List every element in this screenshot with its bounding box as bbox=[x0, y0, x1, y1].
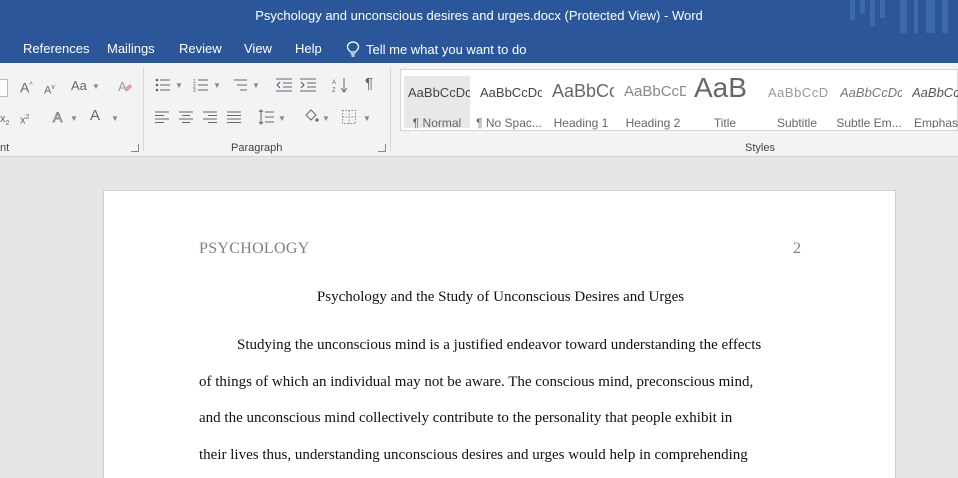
styles-gallery: AaBbCcDc ¶ Normal AaBbCcDc ¶ No Spac... … bbox=[400, 69, 958, 131]
title-bar-decoration bbox=[848, 0, 958, 33]
page-number: 2 bbox=[793, 240, 801, 257]
text-effects-icon[interactable]: A bbox=[51, 109, 67, 125]
svg-text:A: A bbox=[118, 79, 127, 94]
divider bbox=[390, 67, 391, 151]
svg-text:3: 3 bbox=[193, 88, 196, 92]
font-color-button[interactable]: A bbox=[90, 108, 100, 123]
tab-mailings[interactable]: Mailings bbox=[107, 41, 155, 56]
change-case-button[interactable]: Aa bbox=[71, 79, 87, 93]
shrink-font-button[interactable]: Av bbox=[44, 81, 55, 98]
align-center-icon[interactable] bbox=[179, 111, 193, 123]
ribbon-home: A^ Av Aa ▼ A x2 x2 A ▼ A ▼ nt ▼ 123 ▼ ▼ … bbox=[0, 63, 958, 157]
grow-font-button[interactable]: A^ bbox=[20, 79, 33, 95]
style-normal[interactable]: AaBbCcDc ¶ Normal bbox=[404, 76, 470, 130]
style-title[interactable]: AaB Title bbox=[692, 72, 758, 130]
chevron-down-icon[interactable]: ▼ bbox=[92, 82, 100, 91]
tell-me-label: Tell me what you want to do bbox=[366, 41, 527, 57]
style-no-spacing[interactable]: AaBbCcDc ¶ No Spac... bbox=[476, 76, 542, 130]
multilevel-list-icon[interactable] bbox=[232, 78, 248, 92]
body-line: and the unconscious mind collectively co… bbox=[199, 410, 733, 426]
tab-references[interactable]: References bbox=[23, 41, 89, 56]
chevron-down-icon[interactable]: ▼ bbox=[175, 81, 183, 90]
chevron-down-icon[interactable]: ▼ bbox=[363, 114, 371, 123]
svg-text:A: A bbox=[332, 80, 336, 86]
superscript-icon[interactable]: x2 bbox=[20, 111, 29, 128]
paragraph-group-label: Paragraph bbox=[231, 142, 283, 154]
window-title: Psychology and unconscious desires and u… bbox=[255, 8, 703, 23]
clear-formatting-icon[interactable]: A bbox=[117, 78, 133, 94]
title-bar: Psychology and unconscious desires and u… bbox=[0, 0, 958, 33]
lightbulb-icon bbox=[346, 41, 360, 57]
body-line: Studying the unconscious mind is a justi… bbox=[237, 337, 762, 353]
document-page[interactable]: PSYCHOLOGY 2 Psychology and the Study of… bbox=[103, 190, 896, 478]
font-group-label: nt bbox=[0, 142, 10, 154]
chevron-down-icon[interactable]: ▼ bbox=[252, 81, 260, 90]
style-emphasis[interactable]: AaBbCcDc Emphasis bbox=[908, 76, 958, 128]
paragraph-dialog-launcher[interactable] bbox=[378, 144, 386, 152]
style-subtitle[interactable]: AaBbCcD Subtitle bbox=[764, 76, 830, 130]
document-title: Psychology and the Study of Unconscious … bbox=[316, 289, 685, 305]
chevron-down-icon[interactable]: ▼ bbox=[322, 114, 330, 123]
font-size-box[interactable] bbox=[0, 79, 8, 97]
show-formatting-marks-icon[interactable]: ¶ bbox=[365, 76, 373, 91]
justify-icon[interactable] bbox=[227, 111, 241, 123]
subscript-icon[interactable]: x2 bbox=[0, 112, 9, 131]
tab-help[interactable]: Help bbox=[295, 41, 322, 56]
align-left-icon[interactable] bbox=[155, 111, 169, 123]
svg-text:Z: Z bbox=[332, 88, 336, 93]
font-dialog-launcher[interactable] bbox=[131, 144, 139, 152]
bullets-icon[interactable] bbox=[155, 78, 171, 92]
tab-view[interactable]: View bbox=[244, 41, 272, 56]
chevron-down-icon[interactable]: ▼ bbox=[111, 114, 119, 123]
chevron-down-icon[interactable]: ▼ bbox=[213, 81, 221, 90]
increase-indent-icon[interactable] bbox=[300, 78, 316, 92]
chevron-down-icon[interactable]: ▼ bbox=[70, 114, 78, 123]
style-heading-2[interactable]: AaBbCcD Heading 2 bbox=[620, 76, 686, 130]
running-head: PSYCHOLOGY bbox=[199, 240, 310, 257]
body-line: their lives thus, understanding unconsci… bbox=[199, 447, 748, 463]
sort-icon[interactable]: AZ bbox=[332, 77, 348, 93]
svg-text:A: A bbox=[53, 109, 63, 125]
shading-icon[interactable] bbox=[303, 109, 319, 125]
line-spacing-icon[interactable] bbox=[258, 109, 274, 125]
numbering-icon[interactable]: 123 bbox=[193, 78, 209, 92]
tell-me-search[interactable]: Tell me what you want to do bbox=[346, 41, 526, 57]
ribbon-tabs: References Mailings Review View Help Tel… bbox=[0, 33, 958, 63]
borders-icon[interactable] bbox=[342, 110, 356, 124]
chevron-down-icon[interactable]: ▼ bbox=[278, 114, 286, 123]
style-subtle-emphasis[interactable]: AaBbCcDc Subtle Em... bbox=[836, 76, 902, 130]
align-right-icon[interactable] bbox=[203, 111, 217, 123]
tab-review[interactable]: Review bbox=[179, 41, 222, 56]
decrease-indent-icon[interactable] bbox=[276, 78, 292, 92]
body-line: of things of which an individual may not… bbox=[199, 374, 754, 390]
styles-group-label: Styles bbox=[745, 142, 775, 154]
style-heading-1[interactable]: AaBbCc Heading 1 bbox=[548, 76, 614, 130]
divider bbox=[143, 67, 144, 151]
